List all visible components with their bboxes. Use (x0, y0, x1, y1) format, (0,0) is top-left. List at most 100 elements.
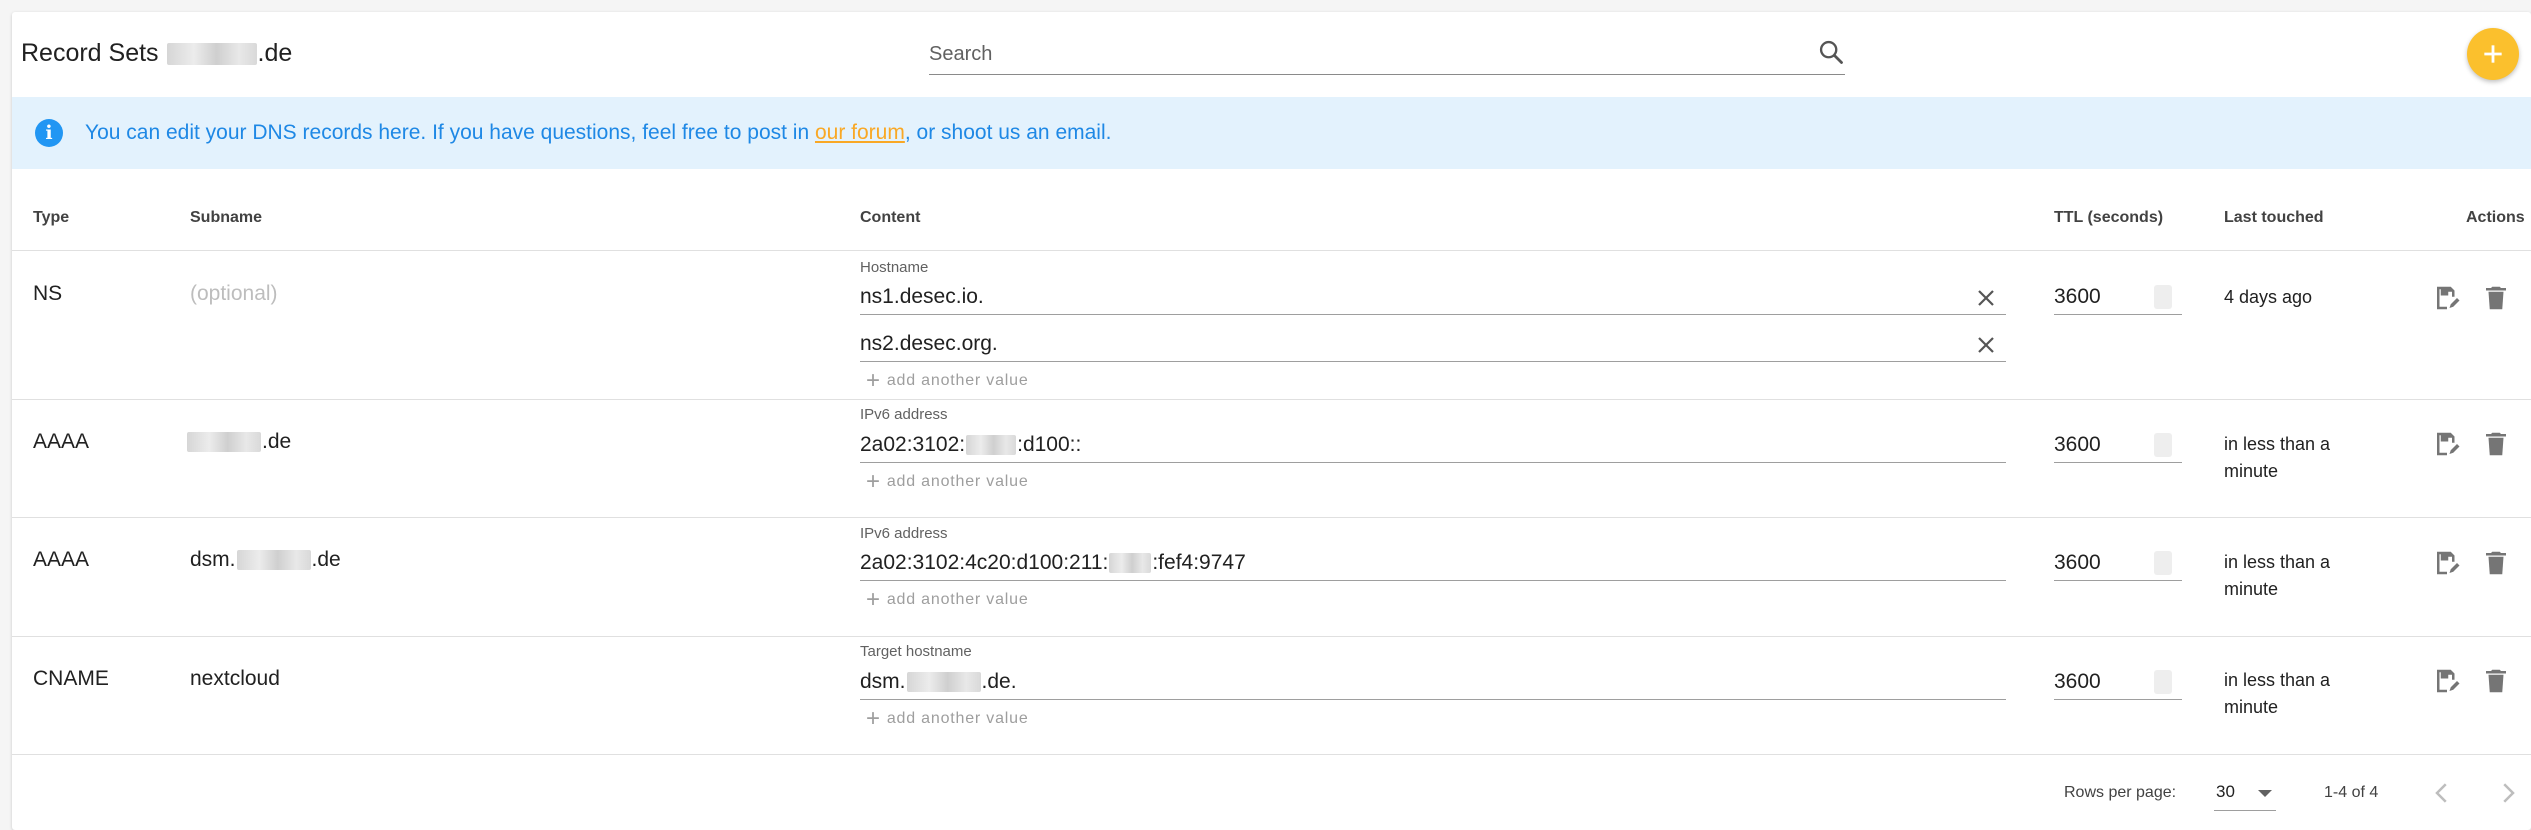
search-icon[interactable] (1817, 38, 1845, 66)
ttl-stepper[interactable] (2154, 670, 2172, 694)
column-header-ttl[interactable]: TTL (seconds) (2054, 208, 2163, 228)
redacted-domain (187, 432, 261, 452)
clear-icon[interactable] (1974, 286, 1998, 310)
delete-icon[interactable] (2481, 429, 2511, 459)
column-header-type[interactable]: Type (33, 208, 69, 228)
field-label: Target hostname (860, 643, 972, 660)
record-type: NS (33, 282, 63, 305)
add-value-label: add another value (886, 473, 1029, 490)
ttl-field[interactable]: 3600 (2054, 428, 2182, 463)
subname[interactable]: .de (186, 429, 291, 455)
ttl-value[interactable]: 3600 (2054, 284, 2101, 310)
record-type: AAAA (33, 548, 90, 571)
last-touched: in less than a minute (2224, 552, 2331, 599)
ttl-value[interactable]: 3600 (2054, 550, 2101, 576)
add-value-label: add another value (886, 591, 1029, 608)
info-alert: i You can edit your DNS records here. If… (12, 97, 2531, 169)
ttl-field[interactable]: 3600 (2054, 546, 2182, 581)
add-value-label: add another value (886, 710, 1029, 727)
content-value-field[interactable]: ns1.desec.io. (860, 280, 2006, 315)
last-touched: in less than a minute (2224, 434, 2331, 481)
content-value[interactable]: 2a02:3102: :d100:: (860, 432, 1081, 458)
content-value-field[interactable]: 2a02:3102: :d100:: (860, 428, 2006, 463)
forum-link[interactable]: our forum (815, 121, 905, 144)
content-value[interactable]: ns1.desec.io. (860, 284, 984, 310)
delete-icon[interactable] (2481, 548, 2511, 578)
save-icon[interactable] (2432, 429, 2462, 459)
subname-input[interactable]: (optional) (190, 281, 278, 307)
subname-suffix: .de (311, 548, 341, 571)
subname-suffix: .de (262, 430, 292, 453)
row-divider (12, 517, 2531, 518)
redacted-domain (236, 550, 311, 570)
save-icon[interactable] (2432, 548, 2462, 578)
info-icon: i (35, 119, 63, 147)
chevron-down-icon[interactable] (2258, 790, 2272, 797)
content-value[interactable]: ns2.desec.org. (860, 331, 998, 357)
value-suffix: .de. (981, 670, 1017, 693)
column-header-last-touched[interactable]: Last touched (2224, 208, 2324, 228)
content-value[interactable]: dsm. .de. (860, 669, 1017, 695)
subname[interactable]: dsm. .de (190, 547, 341, 573)
column-header-subname[interactable]: Subname (190, 208, 262, 228)
rows-per-page-select[interactable]: 30 (2214, 776, 2276, 811)
content-value-field[interactable]: ns2.desec.org. (860, 327, 2006, 362)
value-prefix: 2a02:3102: (860, 433, 966, 456)
save-icon[interactable] (2432, 666, 2462, 696)
value-prefix: dsm. (860, 670, 906, 693)
subname-prefix: dsm. (190, 548, 236, 571)
content-value-field[interactable]: dsm. .de. (860, 665, 2006, 700)
add-value-label: add another value (886, 372, 1029, 389)
ttl-value[interactable]: 3600 (2054, 669, 2101, 695)
plus-icon (2484, 45, 2502, 63)
title-prefix: Record Sets (21, 39, 159, 67)
redacted-domain (166, 43, 257, 65)
rows-per-page-label: Rows per page: (2064, 784, 2177, 801)
ttl-value[interactable]: 3600 (2054, 432, 2101, 458)
column-header-actions: Actions (2466, 209, 2525, 226)
clear-icon[interactable] (1974, 333, 1998, 357)
rows-per-page-value[interactable]: 30 (2216, 782, 2235, 802)
record-type: AAAA (33, 430, 90, 453)
value-prefix: 2a02:3102:4c20:d100:211: (860, 551, 1109, 574)
alert-text-after: , or shoot us an email. (904, 121, 1112, 144)
field-label: IPv6 address (860, 525, 948, 542)
value-suffix: :d100:: (1017, 433, 1082, 456)
add-record-button[interactable] (2467, 28, 2519, 80)
delete-icon[interactable] (2481, 666, 2511, 696)
page-title: Record Sets .de (21, 38, 292, 68)
add-value-button[interactable]: + add another value (866, 707, 1029, 731)
search-field[interactable] (929, 34, 1845, 75)
add-value-button[interactable]: + add another value (866, 468, 1029, 495)
plus-icon: + (866, 468, 881, 495)
row-divider (12, 754, 2531, 755)
row-divider (12, 636, 2531, 637)
chevron-right-icon[interactable] (2493, 778, 2523, 808)
record-type: CNAME (33, 667, 109, 690)
last-touched: in less than a minute (2224, 670, 2331, 717)
ttl-stepper[interactable] (2154, 285, 2172, 309)
column-header-content[interactable]: Content (860, 208, 920, 228)
save-icon[interactable] (2432, 283, 2462, 313)
redacted-domain (906, 672, 981, 692)
redacted-segment (1109, 553, 1152, 573)
ttl-stepper[interactable] (2154, 551, 2172, 575)
content-value-field[interactable]: 2a02:3102:4c20:d100:211: :fef4:9747 (860, 546, 2006, 581)
header-divider (12, 250, 2531, 251)
ttl-stepper[interactable] (2154, 433, 2172, 457)
subname[interactable]: nextcloud (190, 666, 280, 692)
field-label: IPv6 address (860, 406, 948, 423)
add-value-button[interactable]: + add another value (866, 367, 1029, 394)
title-suffix: .de (257, 39, 293, 67)
plus-icon: + (866, 367, 881, 394)
add-value-button[interactable]: + add another value (866, 588, 1029, 612)
ttl-field[interactable]: 3600 (2054, 665, 2182, 700)
info-message: You can edit your DNS records here. If y… (85, 119, 1111, 147)
content-value[interactable]: 2a02:3102:4c20:d100:211: :fef4:9747 (860, 550, 1246, 576)
search-input[interactable] (929, 40, 1789, 68)
value-suffix: :fef4:9747 (1152, 551, 1246, 574)
delete-icon[interactable] (2481, 283, 2511, 313)
redacted-segment (966, 435, 1017, 455)
ttl-field[interactable]: 3600 (2054, 280, 2182, 315)
chevron-left-icon[interactable] (2427, 778, 2457, 808)
